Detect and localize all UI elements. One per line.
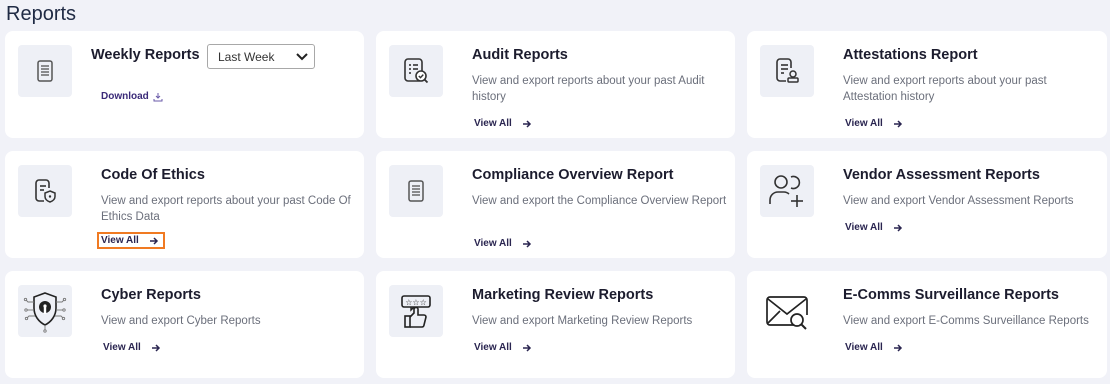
- arrow-right-icon: [522, 119, 531, 128]
- download-link[interactable]: Download: [101, 91, 163, 102]
- svg-text:☆☆☆: ☆☆☆: [405, 298, 427, 307]
- ethics-view-all-link[interactable]: View All: [97, 232, 165, 249]
- arrow-right-icon: [893, 343, 902, 352]
- cyber-view-all-link[interactable]: View All: [101, 341, 163, 354]
- document-icon: [389, 165, 443, 217]
- period-select[interactable]: Last Week: [207, 44, 315, 69]
- arrow-right-icon: [893, 119, 902, 128]
- view-all-label: View All: [474, 118, 512, 129]
- attestations-view-all-link[interactable]: View All: [843, 117, 905, 130]
- weekly-reports-card: Weekly Reports Last Week Download: [5, 31, 364, 138]
- card-description: View and export reports about your past …: [472, 75, 705, 103]
- download-label: Download: [101, 91, 149, 102]
- marketing-review-card: ☆☆☆ Marketing Review Reports View and ex…: [376, 271, 735, 378]
- chevron-down-icon: [296, 52, 308, 60]
- view-all-label: View All: [103, 342, 141, 353]
- card-title: Compliance Overview Report: [472, 167, 674, 183]
- marketing-view-all-link[interactable]: View All: [472, 341, 534, 354]
- vendor-assessment-card: Vendor Assessment Reports View and expor…: [747, 151, 1107, 258]
- review-thumbs-up-icon: ☆☆☆: [389, 285, 443, 337]
- attestation-icon: [760, 45, 814, 97]
- period-select-value: Last Week: [218, 49, 275, 64]
- card-description: View and export reports about your past …: [843, 75, 1047, 103]
- arrow-right-icon: [151, 343, 160, 352]
- view-all-label: View All: [474, 342, 512, 353]
- cyber-reports-card: Cyber Reports View and export Cyber Repo…: [5, 271, 364, 378]
- vendor-view-all-link[interactable]: View All: [843, 221, 905, 234]
- card-description: View and export the Compliance Overview …: [472, 195, 727, 207]
- card-title: Attestations Report: [843, 47, 978, 63]
- card-description: View and export reports about your past …: [101, 195, 351, 223]
- page-title: Reports: [6, 3, 77, 25]
- card-description: View and export Vendor Assessment Report…: [843, 195, 1074, 207]
- reports-grid: Weekly Reports Last Week Download Audit …: [5, 31, 1107, 378]
- view-all-label: View All: [474, 238, 512, 249]
- card-title: Marketing Review Reports: [472, 287, 654, 303]
- document-icon: [18, 45, 72, 97]
- mail-search-icon: [760, 285, 814, 337]
- code-of-ethics-card: Code Of Ethics View and export reports a…: [5, 151, 364, 258]
- card-title: Vendor Assessment Reports: [843, 167, 1040, 183]
- card-description: View and export Marketing Review Reports: [472, 315, 693, 327]
- card-title: Audit Reports: [472, 47, 568, 63]
- view-all-label: View All: [845, 118, 883, 129]
- card-description: View and export Cyber Reports: [101, 315, 261, 327]
- card-title: Cyber Reports: [101, 287, 201, 303]
- attestations-report-card: Attestations Report View and export repo…: [747, 31, 1107, 138]
- card-title: E-Comms Surveillance Reports: [843, 287, 1059, 303]
- ethics-shield-document-icon: [18, 165, 72, 217]
- card-description: View and export E-Comms Surveillance Rep…: [843, 315, 1089, 327]
- card-title: Weekly Reports: [91, 47, 200, 63]
- ecomms-surveillance-card: E-Comms Surveillance Reports View and ex…: [747, 271, 1107, 378]
- compliance-overview-card: Compliance Overview Report View and expo…: [376, 151, 735, 258]
- cyber-shield-lock-icon: [18, 285, 72, 337]
- arrow-right-icon: [893, 223, 902, 232]
- compliance-view-all-link[interactable]: View All: [472, 237, 534, 250]
- arrow-right-icon: [522, 239, 531, 248]
- view-all-label: View All: [101, 235, 139, 246]
- arrow-right-icon: [149, 236, 158, 245]
- audit-view-all-link[interactable]: View All: [472, 117, 534, 130]
- card-title: Code Of Ethics: [101, 167, 205, 183]
- download-icon: [153, 92, 163, 101]
- view-all-label: View All: [845, 342, 883, 353]
- view-all-label: View All: [845, 222, 883, 233]
- audit-checklist-icon: [389, 45, 443, 97]
- arrow-right-icon: [522, 343, 531, 352]
- ecomms-view-all-link[interactable]: View All: [843, 341, 905, 354]
- add-user-icon: [760, 165, 814, 217]
- audit-reports-card: Audit Reports View and export reports ab…: [376, 31, 735, 138]
